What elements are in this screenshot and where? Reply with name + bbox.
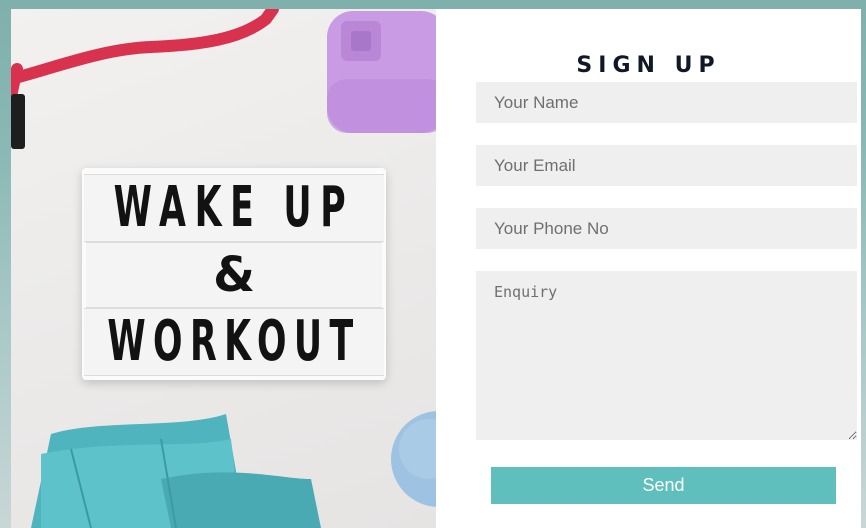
email-input[interactable] bbox=[476, 145, 857, 186]
sign-line-1: WAKE UP bbox=[83, 174, 385, 242]
enquiry-textarea[interactable] bbox=[476, 271, 857, 440]
lightbox-sign: WAKE UP & WORKOUT bbox=[82, 168, 386, 380]
form-title: SIGN UP bbox=[576, 53, 721, 78]
name-input[interactable] bbox=[476, 82, 857, 123]
sign-line-2: & bbox=[86, 242, 382, 308]
send-button[interactable]: Send bbox=[491, 467, 836, 504]
sign-line-3: WORKOUT bbox=[83, 308, 385, 376]
signup-card: WAKE UP & WORKOUT SIGN UP Send bbox=[11, 9, 861, 528]
workout-photo: WAKE UP & WORKOUT bbox=[11, 9, 436, 528]
phone-input[interactable] bbox=[476, 208, 857, 249]
